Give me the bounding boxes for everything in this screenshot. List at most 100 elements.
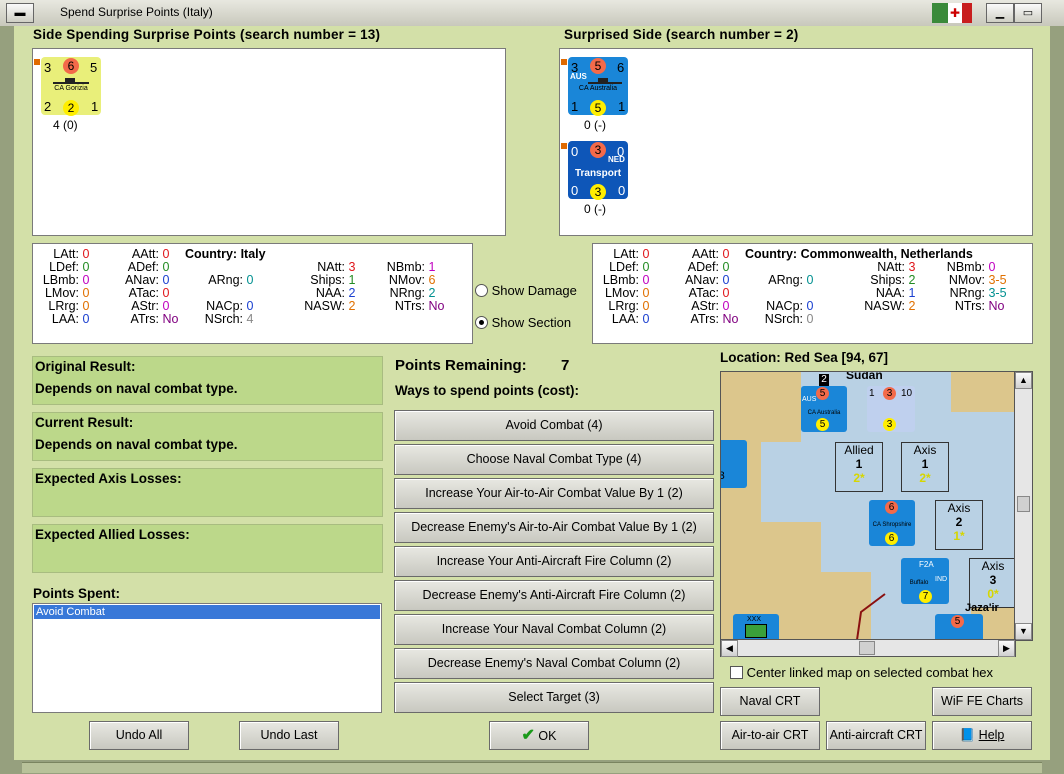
infantry-icon [745,624,767,638]
naval-crt-button[interactable]: Naval CRT [720,687,820,716]
spending-side-box: 3 6 5 CA Gorizia 2 2 1 4 (0) [32,48,506,236]
unit-name: Transport [574,168,622,179]
show-damage-radio[interactable]: Show Damage [475,282,577,298]
map-land-nw [761,372,801,442]
attack-circle: 6 [63,58,79,74]
map-counter-left-edge[interactable]: -3 [721,440,747,488]
axis-losses-box: Expected Axis Losses: [32,468,383,517]
combat-box-axis-3[interactable]: Axis 3 0* [969,558,1015,608]
spend-option-button[interactable]: Decrease Enemy's Anti-Aircraft Fire Colu… [394,580,714,611]
scroll-right-icon[interactable]: ▶ [998,640,1015,657]
map-marker-2: 2 [819,374,829,386]
ways-to-spend-label: Ways to spend points (cost): [395,383,580,398]
combat-box-axis-1[interactable]: Axis 1 2* [901,442,949,492]
italy-flag-red-icon [962,3,972,23]
minimize-button[interactable]: ▁ [986,3,1014,23]
radio-empty-icon [475,284,488,298]
help-book-icon: 📘 [959,728,976,742]
surprised-side-title: Surprised Side (search number = 2) [564,27,799,42]
current-result-box: Current Result: Depends on naval combat … [32,412,383,461]
map-counter-xxx[interactable]: XXX [733,614,779,640]
center-linked-map-checkbox[interactable]: Center linked map on selected combat hex [730,664,993,680]
status-bar [22,762,1042,773]
spend-option-button[interactable]: Avoid Combat (4) [394,410,714,441]
points-spent-list[interactable]: Avoid Combat [32,603,382,713]
ok-button[interactable]: ✔ OK [489,721,589,750]
unit-name: CA Gorizia [54,85,88,92]
left-country: Italy [240,247,266,261]
scroll-thumb[interactable] [859,641,875,655]
map-counter-ca-shropshire[interactable]: 6 CA Shropshire 6 [869,500,915,546]
unit-caption: 0 (-) [584,118,606,132]
italy-flag-green-icon [932,3,948,23]
unit-counter-transport[interactable]: 0 3 NED 0 Transport 0 3 0 [568,141,628,200]
linked-map[interactable]: Sudan 2 5 AUS CA Australia 5 3 1 10 3 -3… [720,371,1016,641]
allied-losses-box: Expected Allied Losses: [32,524,383,573]
unit-caption: 0 (-) [584,202,606,216]
window-menu-button[interactable]: ▬ [6,3,34,23]
unit-marker-icon [561,59,567,65]
map-counter-bottom[interactable]: 5 [935,614,983,640]
undo-all-button[interactable]: Undo All [89,721,189,750]
map-border-line [856,593,886,640]
undo-last-button[interactable]: Undo Last [239,721,339,750]
restore-button[interactable]: ▭ [1014,3,1042,23]
map-vertical-scrollbar[interactable]: ▲ ▼ [1014,371,1033,641]
scroll-down-icon[interactable]: ▼ [1015,623,1032,640]
italy-flag-crest-icon: ✚ [948,3,962,23]
map-counter-allied-sea[interactable]: 3 1 10 3 [867,386,915,432]
attack-circle: 5 [590,58,606,74]
map-label-jazair: Jaza'ir [965,602,999,614]
defense-circle: 3 [590,184,606,200]
attack-circle: 3 [590,142,606,158]
map-land-west [721,372,761,640]
spend-option-button[interactable]: Increase Your Air-to-Air Combat Value By… [394,478,714,509]
show-section-radio[interactable]: Show Section [475,314,571,330]
radio-selected-icon [475,316,488,330]
unit-counter-ca-australia[interactable]: 3 5 6 AUS CA Australia 1 5 1 [568,57,628,116]
window-title: Spend Surprise Points (Italy) [60,5,213,19]
right-stats-panel: LAtt: 0 LDef: 0 LBmb: 0 LMov: 0 LRrg: 0 … [592,243,1033,344]
combat-box-axis-2[interactable]: Axis 2 1* [935,500,983,550]
checkmark-icon: ✔ [521,727,535,744]
scroll-up-icon[interactable]: ▲ [1015,372,1032,389]
right-country: Commonwealth, Netherlands [800,247,973,261]
defense-circle: 2 [63,100,79,116]
unit-name: CA Australia [578,85,618,92]
unit-caption: 4 (0) [53,118,78,132]
spend-option-button[interactable]: Choose Naval Combat Type (4) [394,444,714,475]
unit-flag: AUS [570,72,587,81]
spend-option-button[interactable]: Decrease Enemy's Naval Combat Column (2) [394,648,714,679]
list-item[interactable]: Avoid Combat [34,605,380,619]
help-button[interactable]: 📘 Help [932,721,1032,750]
left-stats-panel: LAtt: 0 LDef: 0 LBmb: 0 LMov: 0 LRrg: 0 … [32,243,473,344]
anti-aircraft-crt-button[interactable]: Anti-aircraft CRT [826,721,926,750]
original-result-box: Original Result: Depends on naval combat… [32,356,383,405]
unit-marker-icon [561,143,567,149]
spend-option-button[interactable]: Increase Your Anti-Aircraft Fire Column … [394,546,714,577]
map-label-sudan: Sudan [846,371,883,382]
air-to-air-crt-button[interactable]: Air-to-air CRT [720,721,820,750]
window-titlebar: ▬ Spend Surprise Points (Italy) ✚ ▁ ▭ [0,0,1064,27]
map-land-ne [951,372,1015,412]
points-spent-label: Points Spent: [33,586,120,601]
combat-box-allied[interactable]: Allied 1 2* [835,442,883,492]
points-remaining-value: 7 [561,357,570,374]
location-label: Location: Red Sea [94, 67] [720,350,889,365]
scroll-left-icon[interactable]: ◀ [721,640,738,657]
spending-side-title: Side Spending Surprise Points (search nu… [33,27,381,42]
spend-option-button[interactable]: Select Target (3) [394,682,714,713]
unit-marker-icon [34,59,40,65]
checkbox-empty-icon [730,666,743,680]
spend-option-button[interactable]: Decrease Enemy's Air-to-Air Combat Value… [394,512,714,543]
unit-counter-ca-gorizia[interactable]: 3 6 5 CA Gorizia 2 2 1 [41,57,101,116]
spend-option-button[interactable]: Increase Your Naval Combat Column (2) [394,614,714,645]
scroll-thumb[interactable] [1017,496,1030,512]
wif-fe-charts-button[interactable]: WiF FE Charts [932,687,1032,716]
map-counter-buffalo[interactable]: F2A IND Buffalo 7 [901,558,949,604]
map-horizontal-scrollbar[interactable]: ◀ ▶ [720,639,1016,657]
surprised-side-box: 3 5 6 AUS CA Australia 1 5 1 0 (-) 0 3 N… [559,48,1033,236]
points-remaining-label: Points Remaining: [395,357,527,374]
defense-circle: 5 [590,100,606,116]
map-counter-ca-australia[interactable]: 5 AUS CA Australia 5 [801,386,847,432]
